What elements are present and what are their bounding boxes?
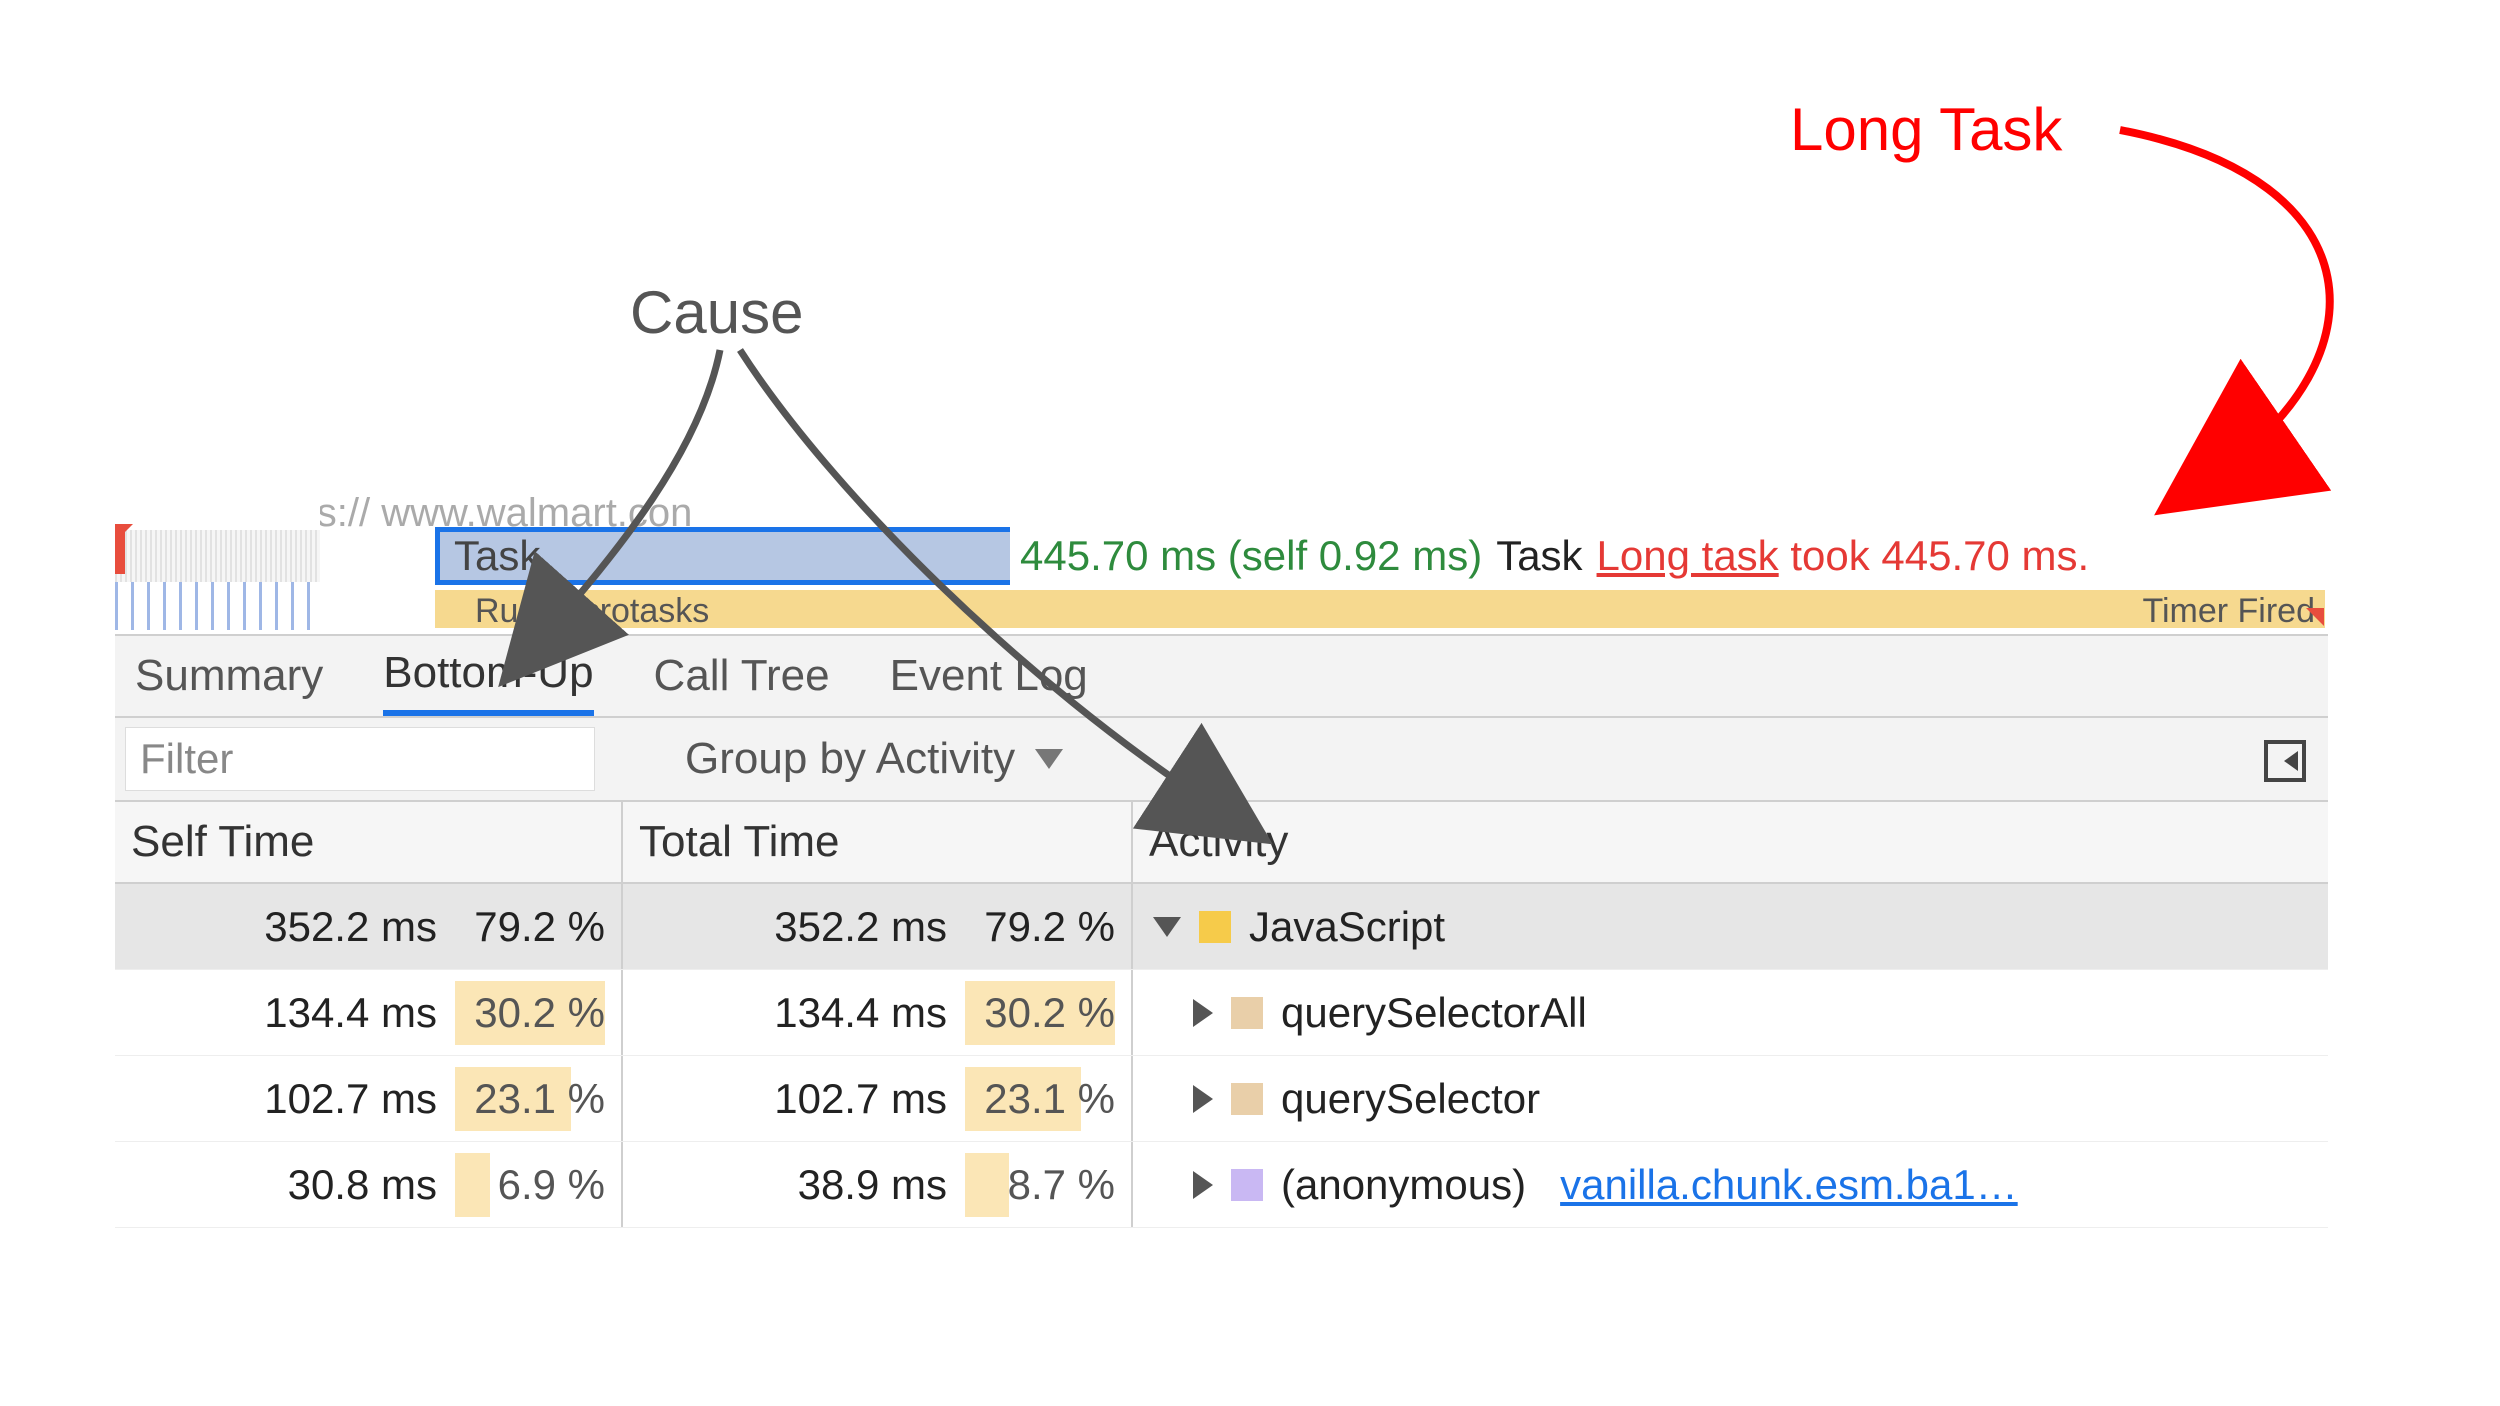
total-time-pct: 8.7 % (965, 1161, 1115, 1209)
total-time-pct: 30.2 % (965, 989, 1115, 1037)
table-row[interactable]: 134.4 ms 30.2 % 134.4 ms 30.2 % querySelecto… (115, 970, 2328, 1056)
long-task-marker-left-icon (115, 524, 133, 542)
activity-name: querySelectorAll (1281, 989, 1587, 1037)
table-header: Self Time Total Time Activity (115, 802, 2328, 884)
activity-swatch-icon (1231, 997, 1263, 1029)
track-minimap (115, 494, 320, 634)
self-time-value: 352.2 ms (247, 903, 437, 951)
annotation-cause-label: Cause (630, 278, 803, 347)
expand-closed-icon[interactable] (1193, 999, 1213, 1027)
column-total-time[interactable]: Total Time (623, 802, 1133, 882)
total-time-value: 102.7 ms (757, 1075, 947, 1123)
self-time-pct: 6.9 % (455, 1161, 605, 1209)
long-task-marker-right-icon (2306, 608, 2324, 626)
column-self-time[interactable]: Self Time (115, 802, 623, 882)
self-time-value: 102.7 ms (247, 1075, 437, 1123)
bottom-up-table-body: 352.2 ms 79.2 % 352.2 ms 79.2 % JavaScript 13… (115, 884, 2328, 1228)
tab-event-log[interactable]: Event Log (890, 636, 1088, 716)
group-by-dropdown[interactable]: Group by Activity (685, 734, 1063, 784)
flame-chart-track: Main https:// www.walmart.con Task 445.7… (115, 494, 2328, 634)
activity-name: querySelector (1281, 1075, 1540, 1123)
activity-name: JavaScript (1249, 903, 1445, 951)
total-time-pct: 23.1 % (965, 1075, 1115, 1123)
toggle-heaviest-stack-icon[interactable] (2264, 740, 2306, 782)
total-time-value: 38.9 ms (757, 1161, 947, 1209)
tab-call-tree[interactable]: Call Tree (654, 636, 830, 716)
table-row[interactable]: 30.8 ms 6.9 % 38.9 ms 8.7 % (anonymous) vanil… (115, 1142, 2328, 1228)
annotation-long-task-label: Long Task (1790, 95, 2062, 164)
activity-source-link[interactable]: vanilla.chunk.esm.ba1… (1560, 1161, 2018, 1209)
self-time-pct: 23.1 % (455, 1075, 605, 1123)
total-time-pct: 79.2 % (965, 903, 1115, 951)
task-tooltip: 445.70 ms (self 0.92 ms) Task Long task … (1010, 524, 2099, 588)
tab-summary[interactable]: Summary (135, 636, 323, 716)
total-time-value: 134.4 ms (757, 989, 947, 1037)
expand-closed-icon[interactable] (1193, 1085, 1213, 1113)
self-time-pct: 79.2 % (455, 903, 605, 951)
self-time-value: 134.4 ms (247, 989, 437, 1037)
column-activity[interactable]: Activity (1133, 802, 2328, 882)
chevron-down-icon (1035, 749, 1063, 769)
self-time-pct: 30.2 % (455, 989, 605, 1037)
filter-toolbar: Filter Group by Activity (115, 718, 2328, 802)
activity-swatch-icon (1231, 1169, 1263, 1201)
expand-open-icon[interactable] (1153, 917, 1181, 937)
total-time-value: 352.2 ms (757, 903, 947, 951)
sub-task-bars[interactable]: Run Microtasks Timer Fired (435, 590, 2325, 628)
tab-bottom-up[interactable]: Bottom-Up (383, 636, 593, 716)
details-tabs: Summary Bottom-Up Call Tree Event Log (115, 634, 2328, 718)
table-row[interactable]: 352.2 ms 79.2 % 352.2 ms 79.2 % JavaScript (115, 884, 2328, 970)
expand-closed-icon[interactable] (1193, 1171, 1213, 1199)
filter-input[interactable]: Filter (125, 727, 595, 791)
activity-swatch-icon (1199, 911, 1231, 943)
activity-swatch-icon (1231, 1083, 1263, 1115)
activity-name: (anonymous) (1281, 1161, 1526, 1209)
table-row[interactable]: 102.7 ms 23.1 % 102.7 ms 23.1 % querySelecto… (115, 1056, 2328, 1142)
self-time-value: 30.8 ms (247, 1161, 437, 1209)
